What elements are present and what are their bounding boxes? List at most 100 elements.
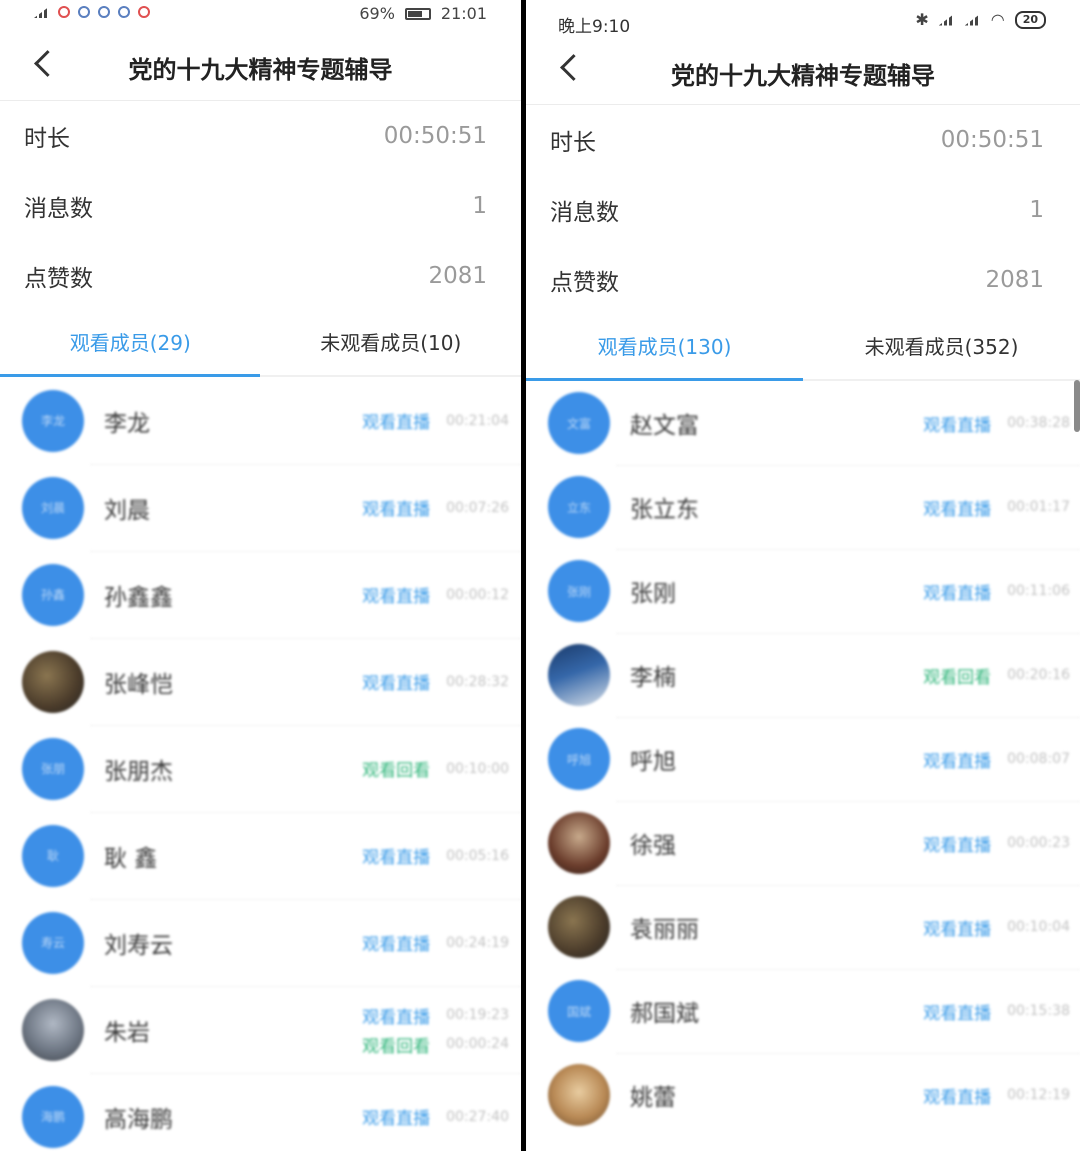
watch-live-label: 观看直播	[923, 499, 992, 520]
member-name: 张刚	[630, 581, 676, 607]
list-item[interactable]: 刘晨 刘晨 观看直播 00:07:26	[0, 464, 521, 551]
watch-record: 观看直播 00:24:19	[362, 930, 509, 956]
tab-unwatched-members[interactable]: 未观看成员(10)	[261, 311, 522, 375]
list-item[interactable]: 姚蕾 观看直播 00:12:19	[526, 1053, 1080, 1137]
member-tabs: 观看成员(130) 未观看成员(352)	[526, 315, 1080, 381]
avatar: 立东	[548, 476, 610, 538]
list-item[interactable]: 袁丽丽 观看直播 00:10:04	[526, 885, 1080, 969]
stat-value: 1	[472, 193, 487, 219]
member-list: 文富 赵文富 观看直播 00:38:28 立东 张立东 观看直播 00:01:17 张刚 张刚 观看…	[526, 381, 1080, 1137]
avatar: 张刚	[548, 560, 610, 622]
list-item[interactable]: 寿云 刘寿云 观看直播 00:24:19	[0, 899, 521, 986]
status-time: 21:01	[440, 4, 487, 23]
watch-duration: 00:01:17	[1007, 499, 1070, 515]
avatar: 孙鑫	[22, 563, 84, 626]
signal-4g-icon	[34, 6, 50, 18]
watch-replay-label: 观看回看	[923, 667, 992, 688]
side-by-side-screenshots: 69% 21:01 党的十九大精神专题辅导 时长 00:50:51 消息数 1 …	[0, 0, 1080, 1151]
avatar-initials: 张刚	[566, 584, 591, 599]
list-item[interactable]: 呼旭 呼旭 观看直播 00:08:07	[526, 717, 1080, 801]
watch-live-label: 观看直播	[923, 835, 992, 856]
watch-duration: 00:20:16	[1007, 667, 1070, 683]
page-header: 党的十九大精神专题辅导	[526, 28, 1080, 105]
member-name: 李龙	[104, 410, 150, 437]
list-item[interactable]: 张刚 张刚 观看直播 00:11:06	[526, 549, 1080, 633]
list-item[interactable]: 文富 赵文富 观看直播 00:38:28	[526, 381, 1080, 465]
watch-records: 观看直播 00:28:32	[362, 669, 509, 695]
left-phone-screen: 69% 21:01 党的十九大精神专题辅导 时长 00:50:51 消息数 1 …	[0, 0, 521, 1151]
list-item[interactable]: 耿 耿 鑫 观看直播 00:05:16	[0, 812, 521, 899]
watch-duration: 00:27:40	[446, 1108, 509, 1125]
watch-records: 观看直播 00:00:23	[923, 831, 1070, 856]
hd-signal-icon	[938, 13, 955, 26]
stat-label: 点赞数	[550, 270, 619, 296]
stat-duration: 时长 00:50:51	[526, 105, 1080, 175]
watch-live-label: 观看直播	[923, 583, 992, 604]
app-icon	[78, 6, 90, 18]
stat-label: 消息数	[550, 200, 619, 226]
member-name: 孙鑫鑫	[104, 584, 173, 611]
tab-unwatched-members[interactable]: 未观看成员(352)	[803, 315, 1080, 379]
list-item[interactable]: 张峰恺 观看直播 00:28:32	[0, 638, 521, 725]
member-name: 刘晨	[104, 497, 150, 524]
avatar: 李龙	[22, 389, 84, 452]
member-list: 李龙 李龙 观看直播 00:21:04 刘晨 刘晨 观看直播 00:07:26 孙鑫 孙鑫鑫 观看直…	[0, 377, 521, 1151]
avatar-initials: 刘晨	[40, 501, 65, 515]
watch-live-label: 观看直播	[362, 413, 431, 433]
list-item[interactable]: 徐强 观看直播 00:00:23	[526, 801, 1080, 885]
list-item[interactable]: 国斌 郝国斌 观看直播 00:15:38	[526, 969, 1080, 1053]
watch-record: 观看直播 00:00:23	[923, 831, 1070, 856]
signal-icon	[964, 13, 981, 26]
right-phone-screen: 晚上9:10 ✱ ◠ 20 党的十九大精神专题辅导 时长 00:50:51 消息…	[526, 0, 1080, 1151]
list-item[interactable]: 立东 张立东 观看直播 00:01:17	[526, 465, 1080, 549]
watch-live-label: 观看直播	[923, 1087, 992, 1108]
avatar: 张朋	[22, 737, 84, 800]
divider-shadow	[521, 380, 527, 1151]
watch-records: 观看直播 00:24:19	[362, 930, 509, 956]
watch-records: 观看回看 00:10:00	[362, 756, 509, 782]
watch-records: 观看直播 00:00:12	[362, 582, 509, 608]
watch-records: 观看直播 00:05:16	[362, 843, 509, 869]
battery-icon: 20	[1014, 10, 1046, 29]
member-name: 呼旭	[630, 749, 676, 775]
list-item[interactable]: 李龙 李龙 观看直播 00:21:04	[0, 377, 521, 464]
watch-record: 观看直播 00:00:12	[362, 582, 509, 608]
avatar-initials: 呼旭	[566, 752, 591, 767]
stat-likes: 点赞数 2081	[0, 241, 521, 311]
watch-live-label: 观看直播	[923, 1003, 992, 1024]
list-item[interactable]: 张朋 张朋杰 观看回看 00:10:00	[0, 725, 521, 812]
tab-watched-members[interactable]: 观看成员(29)	[0, 311, 261, 375]
watch-record: 观看直播 00:07:26	[362, 495, 509, 521]
avatar: 海鹏	[22, 1085, 84, 1148]
tab-watched-members[interactable]: 观看成员(130)	[526, 315, 803, 379]
list-item[interactable]: 李楠 观看回看 00:20:16	[526, 633, 1080, 717]
watch-record: 观看直播 00:08:07	[923, 747, 1070, 772]
avatar-initials: 国斌	[566, 1004, 591, 1019]
scrollbar[interactable]	[1074, 380, 1080, 432]
stats-list: 时长 00:50:51 消息数 1 点赞数 2081	[526, 105, 1080, 315]
avatar	[548, 1064, 610, 1126]
member-name: 朱岩	[104, 1019, 150, 1046]
stat-label: 时长	[550, 130, 596, 156]
watch-record: 观看直播 00:28:32	[362, 669, 509, 695]
member-name: 刘寿云	[104, 932, 173, 959]
avatar-initials: 文富	[566, 416, 591, 431]
watch-records: 观看直播 00:15:38	[923, 999, 1070, 1024]
watch-duration: 00:38:28	[1007, 415, 1070, 431]
watch-records: 观看直播 00:27:40	[362, 1104, 509, 1130]
record-icon	[138, 6, 150, 18]
avatar: 呼旭	[548, 728, 610, 790]
battery-icon	[404, 7, 431, 20]
page-header: 党的十九大精神专题辅导	[0, 28, 521, 101]
list-item[interactable]: 朱岩 观看直播 00:19:23 观看回看 00:00:24	[0, 986, 521, 1073]
watch-record: 观看回看 00:20:16	[923, 663, 1070, 688]
stat-duration: 时长 00:50:51	[0, 101, 521, 171]
watch-duration: 00:08:07	[1007, 751, 1070, 767]
watch-live-label: 观看直播	[362, 500, 431, 520]
watch-record: 观看直播 00:10:04	[923, 915, 1070, 940]
watch-records: 观看直播 00:12:19	[923, 1083, 1070, 1108]
avatar-initials: 海鹏	[40, 1110, 65, 1124]
status-right: 69% 21:01	[359, 4, 487, 23]
list-item[interactable]: 海鹏 高海鹏 观看直播 00:27:40	[0, 1073, 521, 1151]
list-item[interactable]: 孙鑫 孙鑫鑫 观看直播 00:00:12	[0, 551, 521, 638]
